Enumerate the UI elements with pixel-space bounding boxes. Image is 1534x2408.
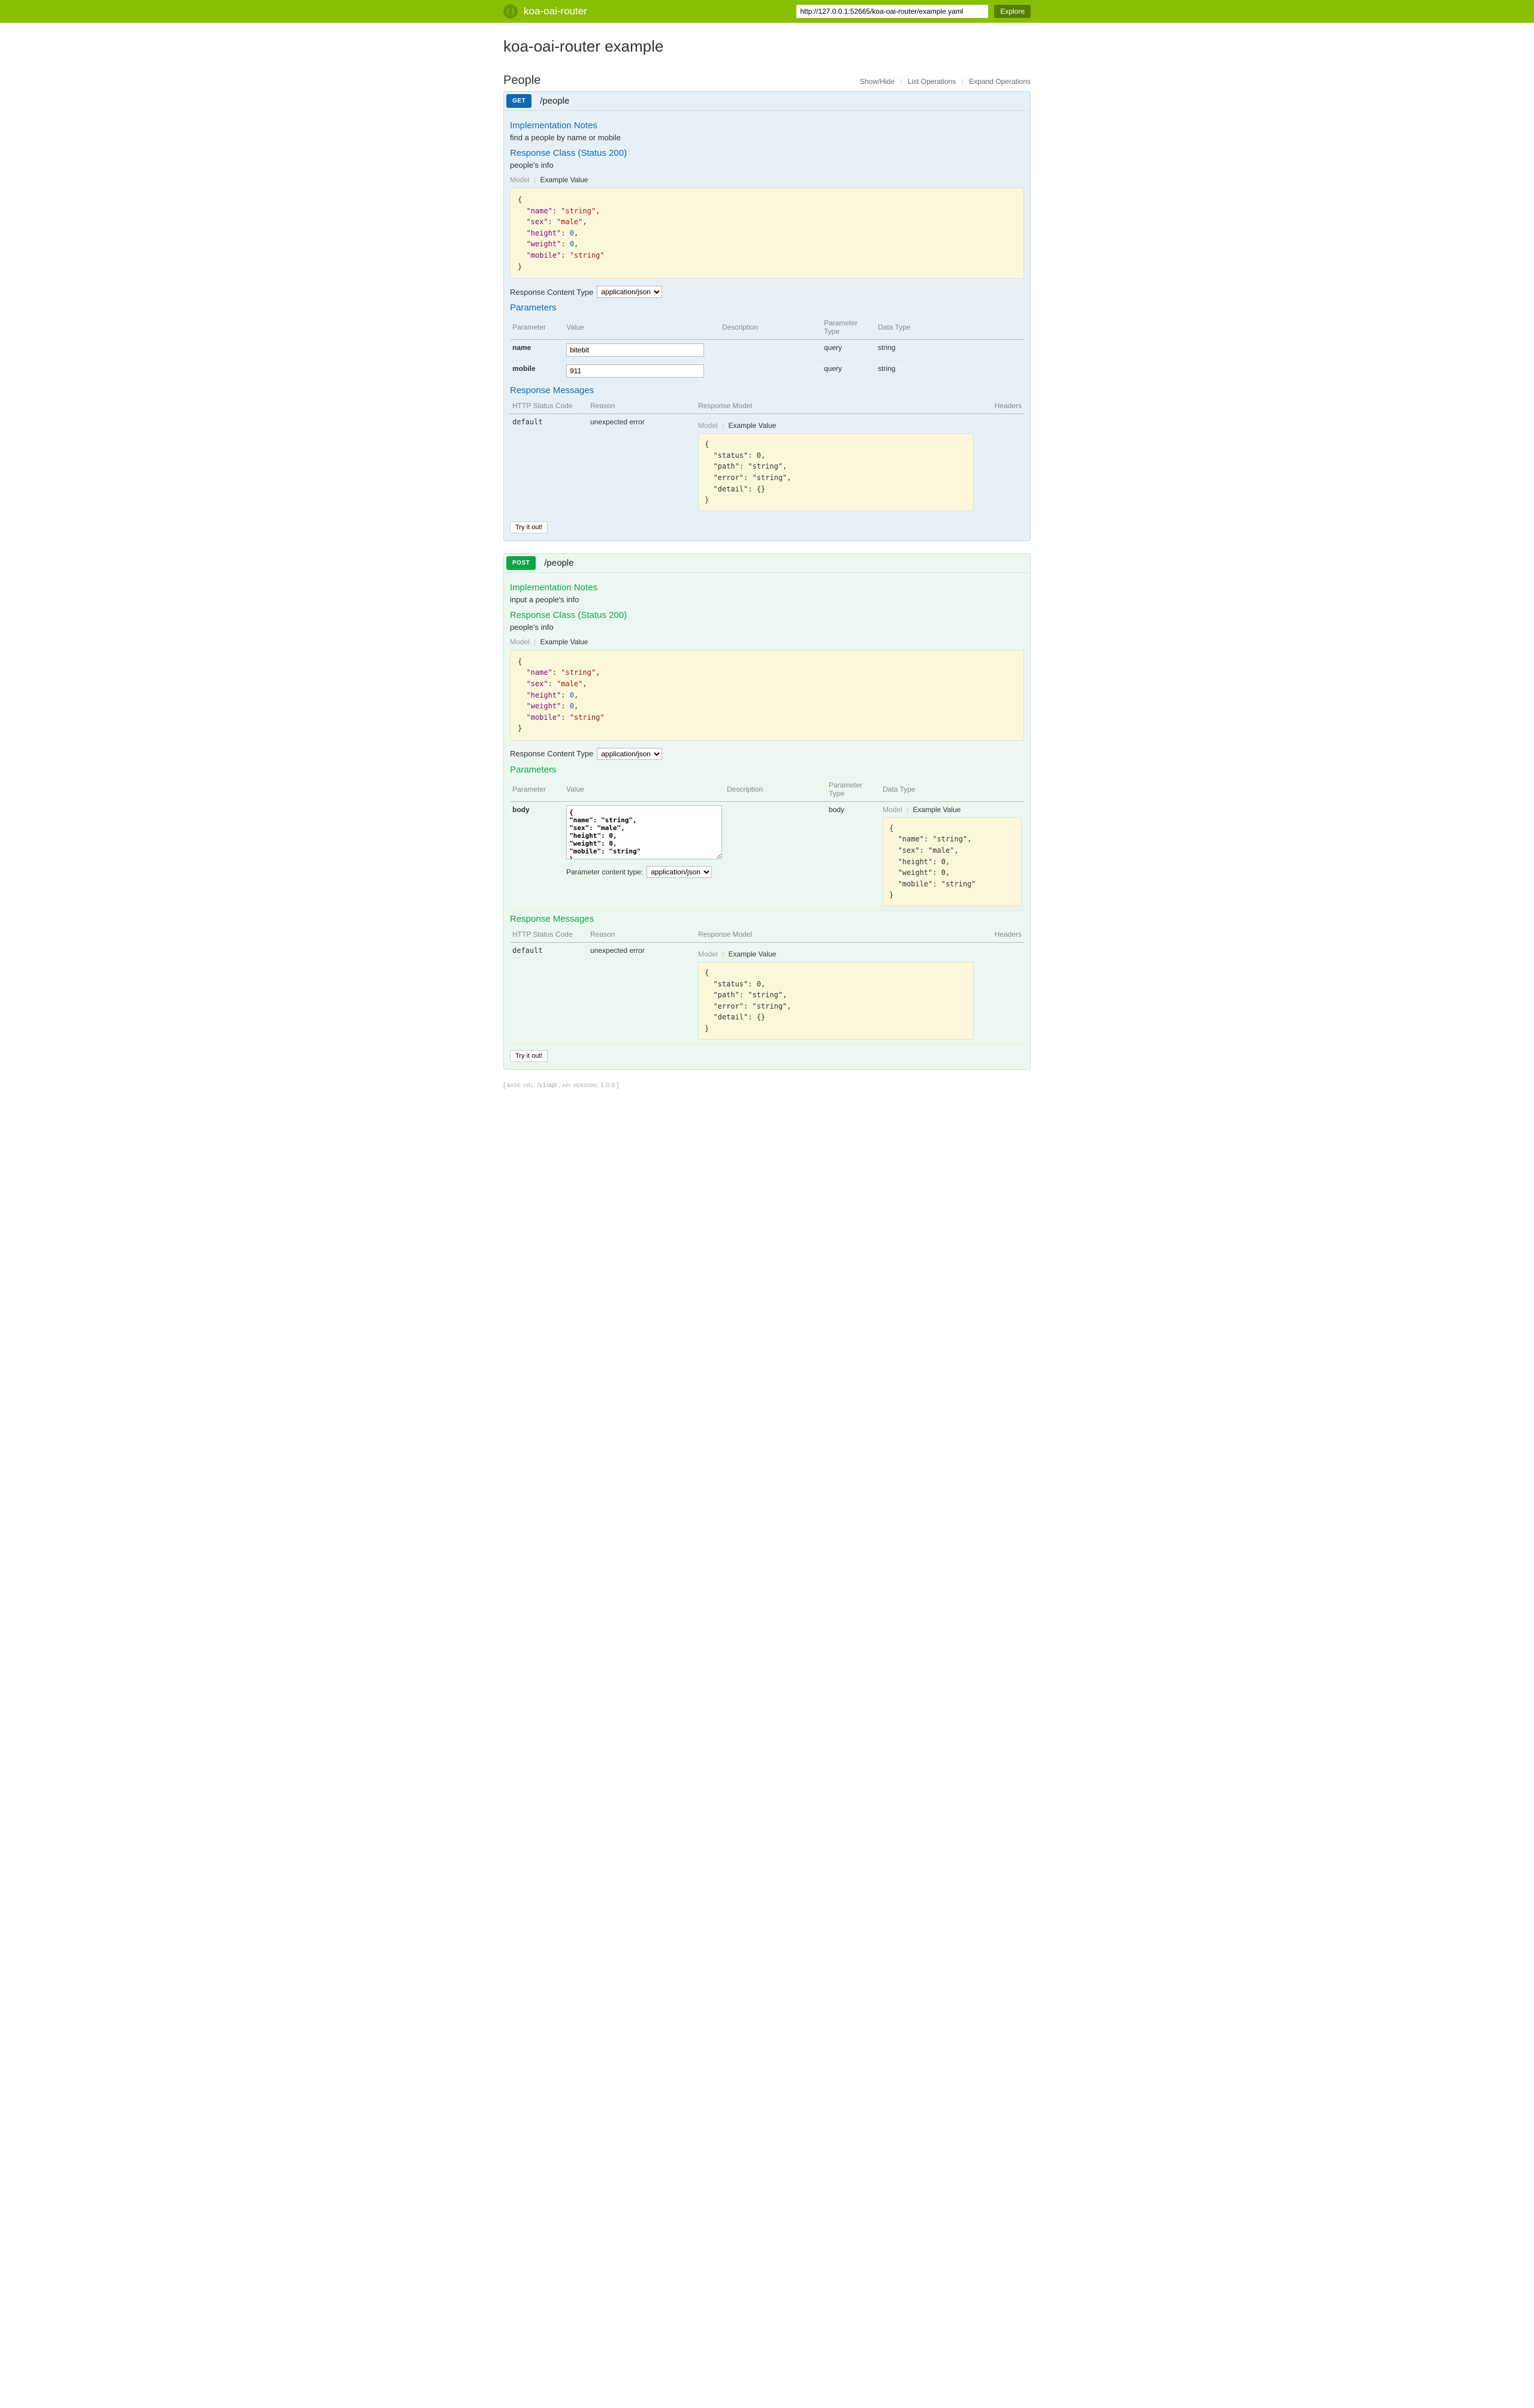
schema-tabs: Model | Example Value (510, 638, 1024, 646)
rm-code: default (510, 414, 588, 515)
page-title: koa-oai-router example (503, 37, 1031, 56)
resource-name[interactable]: People (503, 74, 540, 87)
resp-msgs-hd: Response Messages (510, 914, 1024, 924)
tab-model[interactable]: Model (698, 421, 718, 430)
method-badge: GET (506, 94, 532, 108)
try-it-button[interactable]: Try it out! (510, 521, 548, 533)
rct-select[interactable]: application/json (597, 748, 662, 760)
resp-desc: people's info (510, 161, 1024, 170)
response-messages: HTTP Status Code Reason Response Model H… (510, 398, 1024, 515)
param-dtype: string (875, 361, 1024, 382)
explore-button[interactable]: Explore (994, 5, 1031, 18)
impl-notes: find a people by name or mobile (510, 133, 1024, 142)
impl-notes: input a people's info (510, 595, 1024, 604)
footer: [ base url: /v1/api , api version: 1.0.0… (503, 1082, 1031, 1089)
app-title: koa-oai-router (524, 5, 587, 17)
tab-model[interactable]: Model (510, 638, 530, 646)
param-name: mobile (510, 361, 564, 382)
dt-example[interactable]: { "name": "string", "sex": "male", "heig… (883, 817, 1022, 906)
param-value-input[interactable] (566, 364, 704, 378)
param-name: name (510, 340, 564, 361)
rm-reason: unexpected error (588, 414, 696, 515)
tab-model[interactable]: Model (883, 805, 902, 814)
tab-model[interactable]: Model (698, 950, 718, 958)
param-name: body (510, 801, 564, 910)
impl-notes-hd: Implementation Notes (510, 120, 1024, 131)
tab-example[interactable]: Example Value (729, 421, 777, 430)
param-dtype: string (875, 340, 1024, 361)
tab-example[interactable]: Example Value (540, 638, 588, 646)
schema-tabs: Model | Example Value (510, 176, 1024, 184)
tab-model[interactable]: Model (510, 176, 530, 184)
operation-post-people: POST /people Implementation Notes input … (503, 553, 1031, 1070)
parameters-hd: Parameters (510, 765, 1024, 775)
top-bar: { } koa-oai-router Explore (0, 0, 1534, 23)
param-type: query (822, 361, 875, 382)
spec-url-input[interactable] (796, 5, 988, 18)
parameters-hd: Parameters (510, 303, 1024, 313)
resource-ops: Show/Hide | List Operations | Expand Ope… (860, 77, 1031, 86)
resp-msgs-hd: Response Messages (510, 385, 1024, 396)
param-type: body (826, 801, 880, 910)
logo-icon: { } (503, 4, 518, 19)
example-value[interactable]: { "name": "string", "sex": "male", "heig… (510, 188, 1024, 279)
showhide-link[interactable]: Show/Hide (860, 77, 895, 86)
rct-label: Response Content Type (510, 749, 593, 758)
op-header[interactable]: POST /people (504, 554, 1030, 573)
param-value-input[interactable] (566, 343, 704, 357)
rm-reason: unexpected error (588, 943, 696, 1044)
table-row: name querystring (510, 340, 1024, 361)
resource-header: People Show/Hide | List Operations | Exp… (503, 74, 1031, 87)
tab-example[interactable]: Example Value (729, 950, 777, 958)
op-path: /people (540, 96, 569, 106)
param-body-textarea[interactable]: { "name": "string", "sex": "male", "heig… (566, 805, 722, 859)
expand-ops-link[interactable]: Expand Operations (969, 77, 1031, 86)
method-badge: POST (506, 556, 536, 570)
table-row: mobile querystring (510, 361, 1024, 382)
param-type: query (822, 340, 875, 361)
rct-select[interactable]: application/json (597, 286, 662, 298)
tab-example[interactable]: Example Value (540, 176, 588, 184)
rm-example[interactable]: { "status": 0, "path": "string", "error"… (698, 433, 974, 511)
example-value[interactable]: { "name": "string", "sex": "male", "heig… (510, 650, 1024, 741)
operation-get-people: GET /people Implementation Notes find a … (503, 91, 1031, 541)
rm-code: default (510, 943, 588, 1044)
pct-select[interactable]: application/json (647, 866, 712, 878)
rct-label: Response Content Type (510, 288, 593, 297)
resp-class-hd: Response Class (Status 200) (510, 148, 1024, 158)
resp-class-hd: Response Class (Status 200) (510, 610, 1024, 620)
op-path: /people (544, 558, 573, 568)
parameters-table: Parameter Value Description Parameter Ty… (510, 315, 1024, 382)
pct-label: Parameter content type: (566, 868, 643, 876)
rm-example[interactable]: { "status": 0, "path": "string", "error"… (698, 962, 974, 1040)
tab-example[interactable]: Example Value (913, 805, 961, 814)
parameters-table: Parameter Value Description Parameter Ty… (510, 777, 1024, 910)
impl-notes-hd: Implementation Notes (510, 583, 1024, 593)
try-it-button[interactable]: Try it out! (510, 1050, 548, 1062)
response-messages: HTTP Status Code Reason Response Model H… (510, 927, 1024, 1044)
op-header[interactable]: GET /people (504, 92, 1030, 111)
list-ops-link[interactable]: List Operations (908, 77, 956, 86)
resp-desc: people's info (510, 623, 1024, 632)
